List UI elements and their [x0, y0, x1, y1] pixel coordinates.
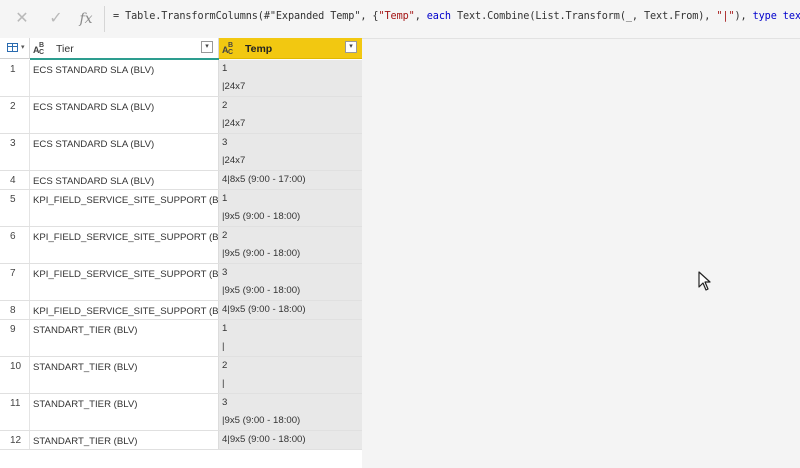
- table-row[interactable]: 3 ECS STANDARD SLA (BLV) 3 |24x7: [0, 134, 362, 171]
- row-number: 3: [0, 134, 30, 170]
- table-row[interactable]: 1 ECS STANDARD SLA (BLV) 1 |24x7: [0, 60, 362, 97]
- table-row[interactable]: 11 STANDART_TIER (BLV) 3 |9x5 (9:00 - 18:0…: [0, 394, 362, 431]
- column-header-temp[interactable]: ABC Temp ▾: [219, 38, 362, 59]
- cell-tier[interactable]: ECS STANDARD SLA (BLV): [30, 97, 219, 133]
- cell-temp[interactable]: 4|8x5 (9:00 - 17:00): [219, 171, 362, 189]
- cell-tier[interactable]: ECS STANDARD SLA (BLV): [30, 171, 219, 189]
- cell-tier[interactable]: KPI_FIELD_SERVICE_SITE_SUPPORT (BLV): [30, 227, 233, 263]
- check-icon[interactable]: ✓: [46, 9, 66, 29]
- row-number: 10: [0, 357, 30, 393]
- table-row[interactable]: 5 KPI_FIELD_SERVICE_SITE_SUPPORT (BLV) 1 |…: [0, 190, 362, 227]
- cell-tier[interactable]: ECS STANDARD SLA (BLV): [30, 134, 219, 170]
- cell-temp[interactable]: 3 |24x7: [219, 134, 362, 170]
- fx-icon[interactable]: fx: [76, 9, 96, 29]
- cell-tier[interactable]: KPI_FIELD_SERVICE_SITE_SUPPORT (BLV): [30, 301, 233, 319]
- mouse-cursor-icon: [698, 271, 711, 291]
- cell-temp[interactable]: 4|9x5 (9:00 - 18:00): [219, 431, 362, 449]
- row-number: 6: [0, 227, 30, 263]
- dropdown-icon[interactable]: ▾: [345, 41, 357, 53]
- row-number: 9: [0, 320, 30, 356]
- dropdown-icon[interactable]: ▾: [201, 41, 213, 53]
- chevron-down-icon: ▾: [21, 44, 25, 51]
- cell-temp[interactable]: 3 |9x5 (9:00 - 18:00): [219, 394, 362, 430]
- close-icon[interactable]: ✕: [12, 9, 32, 29]
- table-row[interactable]: 12 STANDART_TIER (BLV) 4|9x5 (9:00 - 18:00…: [0, 431, 362, 450]
- table-row[interactable]: 6 KPI_FIELD_SERVICE_SITE_SUPPORT (BLV) 2 |…: [0, 227, 362, 264]
- cell-tier[interactable]: STANDART_TIER (BLV): [30, 357, 219, 393]
- formula-divider: [104, 6, 105, 32]
- cell-temp[interactable]: 4|9x5 (9:00 - 18:00): [219, 301, 362, 319]
- row-number: 5: [0, 190, 30, 226]
- column-header-label: Tier: [56, 43, 74, 55]
- table-row[interactable]: 8 KPI_FIELD_SERVICE_SITE_SUPPORT (BLV) 4|9…: [0, 301, 362, 320]
- cell-tier[interactable]: KPI_FIELD_SERVICE_SITE_SUPPORT (BLV): [30, 264, 233, 300]
- cell-tier[interactable]: STANDART_TIER (BLV): [30, 431, 219, 449]
- table-menu-button[interactable]: ▾: [0, 38, 30, 59]
- cell-tier[interactable]: ECS STANDARD SLA (BLV): [30, 60, 219, 96]
- cell-tier[interactable]: KPI_FIELD_SERVICE_SITE_SUPPORT (BLV): [30, 190, 233, 226]
- row-number: 11: [0, 394, 30, 430]
- cell-temp[interactable]: 1 |24x7: [219, 60, 362, 96]
- table-row[interactable]: 7 KPI_FIELD_SERVICE_SITE_SUPPORT (BLV) 3 |…: [0, 264, 362, 301]
- table-icon: [7, 43, 18, 52]
- row-number: 4: [0, 171, 30, 189]
- cell-tier[interactable]: STANDART_TIER (BLV): [30, 320, 219, 356]
- formula-bar: ✕ ✓ fx = Table.TransformColumns(#"Expand…: [0, 0, 800, 39]
- table-row[interactable]: 9 STANDART_TIER (BLV) 1 |: [0, 320, 362, 357]
- table-row[interactable]: 10 STANDART_TIER (BLV) 2 |: [0, 357, 362, 394]
- column-header-label: Temp: [245, 43, 273, 55]
- row-number: 7: [0, 264, 30, 300]
- cell-temp[interactable]: 3 |9x5 (9:00 - 18:00): [219, 264, 362, 300]
- data-grid: ▾ ABC Tier ▾ ABC Temp ▾ 1 ECS STANDARD SL…: [0, 38, 362, 468]
- row-number: 2: [0, 97, 30, 133]
- row-number: 1: [0, 60, 30, 96]
- table-row[interactable]: 4 ECS STANDARD SLA (BLV) 4|8x5 (9:00 - 17:…: [0, 171, 362, 190]
- cell-temp[interactable]: 1 |9x5 (9:00 - 18:00): [219, 190, 362, 226]
- cell-temp[interactable]: 1 |: [219, 320, 362, 356]
- cell-tier[interactable]: STANDART_TIER (BLV): [30, 394, 219, 430]
- formula-input[interactable]: = Table.TransformColumns(#"Expanded Temp…: [113, 11, 800, 22]
- row-number: 8: [0, 301, 30, 319]
- column-header-tier[interactable]: ABC Tier ▾: [30, 38, 219, 59]
- cell-temp[interactable]: 2 |24x7: [219, 97, 362, 133]
- table-row[interactable]: 2 ECS STANDARD SLA (BLV) 2 |24x7: [0, 97, 362, 134]
- cell-temp[interactable]: 2 |: [219, 357, 362, 393]
- row-number: 12: [0, 431, 30, 449]
- cell-temp[interactable]: 2 |9x5 (9:00 - 18:00): [219, 227, 362, 263]
